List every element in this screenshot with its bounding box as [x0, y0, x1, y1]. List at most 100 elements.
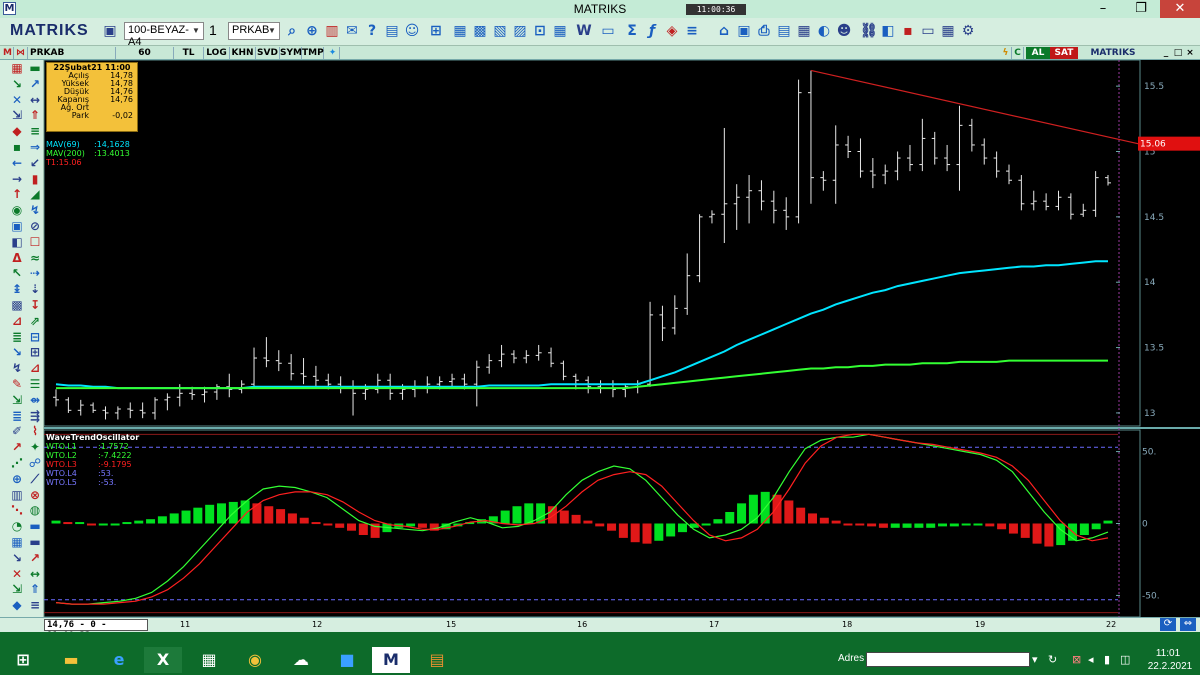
twitter-icon[interactable]: ✦	[326, 47, 340, 59]
tab-tmp[interactable]: TMP	[302, 47, 324, 59]
tools-icon[interactable]: ▩	[472, 23, 488, 39]
refresh-icon[interactable]: ⟳	[1160, 618, 1176, 631]
drawing-tool-icon[interactable]: ⌇	[28, 424, 42, 438]
matriks-icon[interactable]: M	[372, 647, 410, 673]
lock-icon[interactable]: ▪	[900, 23, 916, 39]
speaker-icon[interactable]: ◂	[1088, 653, 1094, 666]
drawing-tool-icon[interactable]: ▩	[10, 298, 24, 312]
drawing-tool-icon[interactable]: ▦	[10, 535, 24, 549]
alarm-icon[interactable]: ⊡	[532, 23, 548, 39]
alert-icon[interactable]: ◈	[664, 23, 680, 39]
monitor-icon[interactable]: ▭	[920, 23, 936, 39]
tab-currency[interactable]: TL	[174, 47, 204, 59]
grid-icon[interactable]: ▨	[512, 23, 528, 39]
chrome-icon[interactable]: ◉	[236, 647, 274, 673]
battery-icon[interactable]: ▮	[1104, 653, 1110, 666]
grid-layout-icon[interactable]: ▦	[940, 23, 956, 39]
drawing-tool-icon[interactable]: ⊞	[28, 345, 42, 359]
drawing-tool-icon[interactable]: ⇲	[10, 108, 24, 122]
drawing-tool-icon[interactable]: ◍	[28, 503, 42, 517]
drawing-tool-icon[interactable]: ↗	[10, 440, 24, 454]
drawing-tool-icon[interactable]: ᐃ	[10, 251, 24, 265]
maximize-chart-button[interactable]: □	[1172, 47, 1184, 59]
drawing-tool-icon[interactable]: ⇶	[28, 409, 42, 423]
sell-button[interactable]: SAT	[1050, 47, 1078, 59]
drawing-tool-icon[interactable]: ⊘	[28, 219, 42, 233]
drawing-tool-icon[interactable]: ✕	[10, 93, 24, 107]
drawing-tool-icon[interactable]: ⊗	[28, 488, 42, 502]
address-input[interactable]	[866, 652, 1030, 667]
maximize-button[interactable]: ❐	[1122, 0, 1160, 18]
layout-icon[interactable]: ▣	[736, 23, 752, 39]
drawing-tool-icon[interactable]: ◧	[10, 235, 24, 249]
drawing-tool-icon[interactable]: ⊟	[28, 330, 42, 344]
template-select[interactable]: 100-BEYAZ-A4 ▼	[124, 22, 204, 48]
drawing-tool-icon[interactable]: ⇢	[28, 266, 42, 280]
drawing-tool-icon[interactable]: ⇴	[28, 393, 42, 407]
drawing-tool-icon[interactable]: ⇑	[28, 108, 42, 122]
symbol-select[interactable]: PRKAB ▼	[228, 22, 280, 40]
drawing-tool-icon[interactable]: ⇲	[10, 393, 24, 407]
drawing-tool-icon[interactable]: ✎	[10, 377, 24, 391]
table-icon[interactable]: ▦	[452, 23, 468, 39]
drawing-tool-icon[interactable]: ✦	[28, 440, 42, 454]
drawing-tool-icon[interactable]: ▣	[10, 219, 24, 233]
drawing-tool-icon[interactable]: ↙	[28, 156, 42, 170]
lightning-icon[interactable]: ϟ	[1000, 47, 1012, 59]
chart-svg[interactable]: 15.51514.51413.51315.0650.0-50.	[44, 60, 1200, 617]
news-icon[interactable]: ☺	[404, 23, 420, 39]
calculator-icon[interactable]: ▦	[190, 647, 228, 673]
notification-icon[interactable]: ◫	[1120, 653, 1130, 666]
drawing-tool-icon[interactable]: ☐	[28, 235, 42, 249]
settings-icon[interactable]: ⚙	[960, 23, 976, 39]
scroll-icon[interactable]: ⇔	[1180, 618, 1196, 631]
save-icon[interactable]: ▣	[102, 23, 118, 39]
drawing-tool-icon[interactable]: ▬	[28, 519, 42, 533]
tag-icon[interactable]: ◐	[816, 23, 832, 39]
drawing-tool-icon[interactable]: ◔	[10, 519, 24, 533]
network-icon[interactable]: ⊠	[1072, 653, 1081, 666]
fx-icon[interactable]: ƒ	[644, 23, 660, 39]
drawing-tool-icon[interactable]: ↘	[10, 77, 24, 91]
drawing-tool-icon[interactable]: ≡	[28, 124, 42, 138]
drawing-tool-icon[interactable]: ✐	[10, 424, 24, 438]
drawing-tool-icon[interactable]: ≡	[28, 598, 42, 612]
drawing-tool-icon[interactable]: ⇣	[28, 282, 42, 296]
drawing-tool-icon[interactable]: ↘	[10, 345, 24, 359]
drawing-tool-icon[interactable]: ◢	[28, 187, 42, 201]
person-icon[interactable]: ☻	[836, 23, 852, 39]
onedrive-icon[interactable]: ☁	[282, 647, 320, 673]
tab-khn[interactable]: KHN	[230, 47, 256, 59]
c-icon[interactable]: C	[1012, 47, 1024, 59]
zoom-icon[interactable]: ⊕	[304, 23, 320, 39]
book-icon[interactable]: ▤	[776, 23, 792, 39]
drawing-tool-icon[interactable]: ☰	[28, 377, 42, 391]
drawing-tool-icon[interactable]: ▬	[28, 61, 42, 75]
news-feed-icon[interactable]: ▦	[796, 23, 812, 39]
drawing-tool-icon[interactable]: ↯	[10, 361, 24, 375]
window-select[interactable]: 1	[206, 21, 228, 39]
drawing-tool-icon[interactable]: ⋱	[10, 503, 24, 517]
tab-sym[interactable]: SYM	[280, 47, 302, 59]
drawing-tool-icon[interactable]: ↔	[28, 93, 42, 107]
link-icon[interactable]: ⛓	[860, 23, 878, 39]
dropdown-icon[interactable]: ▾	[1032, 653, 1038, 666]
windows-start-icon[interactable]: ⊞	[4, 647, 42, 673]
drawing-tool-icon[interactable]: ↨	[10, 282, 24, 296]
internet-explorer-icon[interactable]: e	[100, 647, 138, 673]
minimize-chart-button[interactable]: _	[1160, 47, 1172, 59]
calendar-icon[interactable]: ▦	[552, 23, 568, 39]
sigma-icon[interactable]: Σ	[624, 23, 640, 39]
notes-icon[interactable]: ▤	[418, 647, 456, 673]
print-icon[interactable]: ⎙	[756, 23, 772, 39]
drawing-tool-icon[interactable]: ✕	[10, 567, 24, 581]
drawing-tool-icon[interactable]: ▦	[10, 61, 24, 75]
home-icon[interactable]: ⌂	[716, 23, 732, 39]
close-chart-button[interactable]: ×	[1184, 47, 1196, 59]
drawing-tool-icon[interactable]: ⇗	[28, 314, 42, 328]
drawing-tool-icon[interactable]: ⇑	[28, 582, 42, 596]
chart-icon[interactable]: ▥	[324, 23, 340, 39]
list-icon[interactable]: ≡	[684, 23, 700, 39]
chart-area[interactable]: 15.5 15 14.5 14 13.5 13 15.06 50. 0 -50.	[44, 60, 1200, 617]
drawing-tool-icon[interactable]: ⋰	[10, 456, 24, 470]
